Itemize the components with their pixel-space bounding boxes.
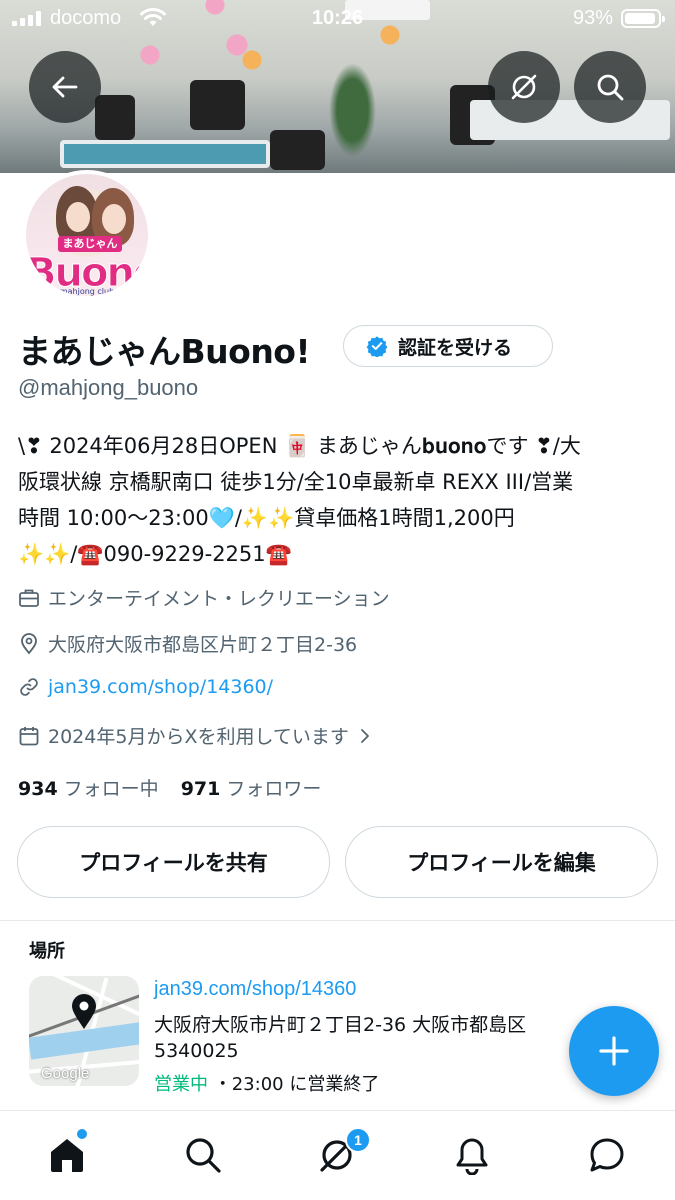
location-address: 大阪府大阪市片町２丁目2-36 大阪市都島区 5340025	[154, 1014, 527, 1062]
joined-text: 2024年5月からXを利用しています	[48, 726, 349, 748]
grok-button[interactable]	[488, 51, 560, 123]
profile-location: 大阪府大阪市都島区片町２丁目2-36	[18, 630, 357, 657]
link-icon	[20, 678, 38, 696]
edit-profile-button[interactable]: プロフィールを編集	[345, 826, 658, 898]
location-text: 大阪府大阪市都島区片町２丁目2-36	[48, 634, 358, 656]
open-status: 営業中	[154, 1074, 208, 1095]
briefcase-icon	[19, 589, 39, 607]
chat-bubble-icon	[590, 1138, 624, 1172]
profile-category: エンターテイメント・レクリエーション	[18, 584, 390, 611]
map-credit: Google	[41, 1065, 90, 1082]
location-website-link[interactable]: jan39.com/shop/14360	[154, 978, 356, 1001]
follow-stats: 934 フォロー中 971 フォロワー	[18, 774, 321, 801]
search-icon	[597, 74, 624, 101]
status-bar: docomo 10:26 93%	[0, 0, 675, 38]
profile-handle: @mahjong_buono	[18, 375, 199, 400]
profile-name: まあじゃんBuono!	[18, 332, 311, 371]
following-link[interactable]: 934 フォロー中	[18, 774, 159, 801]
compose-button[interactable]	[569, 1006, 659, 1096]
grok-notification-badge: 1	[345, 1127, 371, 1153]
bio-line: ✨✨/☎️090-9229-2251☎️	[18, 542, 292, 566]
share-profile-button[interactable]: プロフィールを共有	[17, 826, 330, 898]
location-pin-icon	[21, 632, 37, 654]
arrow-left-icon	[52, 76, 78, 98]
bio-line: 時間 10:00～23:00🩵/✨✨貸卓価格1時間1,200円	[18, 506, 515, 530]
profile-website[interactable]: jan39.com/shop/14360/	[18, 676, 273, 698]
verified-badge-icon	[366, 336, 388, 357]
plus-icon	[599, 1036, 629, 1066]
business-hours: 営業中 ・23:00 に営業終了	[154, 1070, 379, 1096]
bio-line: \❣ 2024年06月28日OPEN 🀄 まあじゃん𝐛𝐮𝐨𝐧𝐨です ❣/大	[18, 434, 581, 458]
tab-notifications[interactable]	[450, 1133, 494, 1177]
bell-icon	[456, 1138, 488, 1175]
avatar-logo-sub: mahjong club	[59, 287, 115, 296]
tab-messages[interactable]	[585, 1133, 629, 1177]
search-profile-button[interactable]	[574, 51, 646, 123]
closing-time: ・23:00 に営業終了	[213, 1074, 380, 1095]
bottom-tab-bar: 1	[0, 1110, 675, 1200]
bio-line: 阪環状線 京橋駅南口 徒歩1分/全10卓最新卓 REXX III/営業	[18, 470, 574, 494]
get-verified-label: 認証を受ける	[398, 336, 513, 359]
map-thumbnail[interactable]: Google	[29, 976, 139, 1086]
location-section-title: 場所	[29, 941, 65, 962]
grok-icon	[511, 74, 537, 100]
back-button[interactable]	[29, 51, 101, 123]
profile-bio: \❣ 2024年06月28日OPEN 🀄 まあじゃん𝐛𝐮𝐨𝐧𝐨です ❣/大 阪環…	[18, 428, 663, 572]
get-verified-button[interactable]: 認証を受ける	[343, 325, 553, 367]
followers-link[interactable]: 971 フォロワー	[181, 774, 322, 801]
profile-joined[interactable]: 2024年5月からXを利用しています	[18, 722, 373, 749]
tab-search[interactable]	[181, 1133, 225, 1177]
chevron-right-icon	[360, 728, 369, 743]
profile-avatar[interactable]: まあじゃん Buono mahjong club	[22, 170, 152, 300]
battery-icon	[621, 9, 665, 28]
search-icon	[186, 1138, 221, 1173]
battery-percent: 93%	[572, 7, 613, 29]
category-text: エンターテイメント・レクリエーション	[48, 588, 390, 610]
map-pin-icon	[72, 994, 96, 1029]
website-link[interactable]: jan39.com/shop/14360/	[48, 676, 273, 698]
section-divider	[0, 920, 675, 921]
home-icon	[51, 1139, 83, 1172]
calendar-icon	[19, 726, 39, 745]
home-new-dot	[77, 1129, 87, 1139]
tab-home[interactable]	[45, 1133, 89, 1177]
